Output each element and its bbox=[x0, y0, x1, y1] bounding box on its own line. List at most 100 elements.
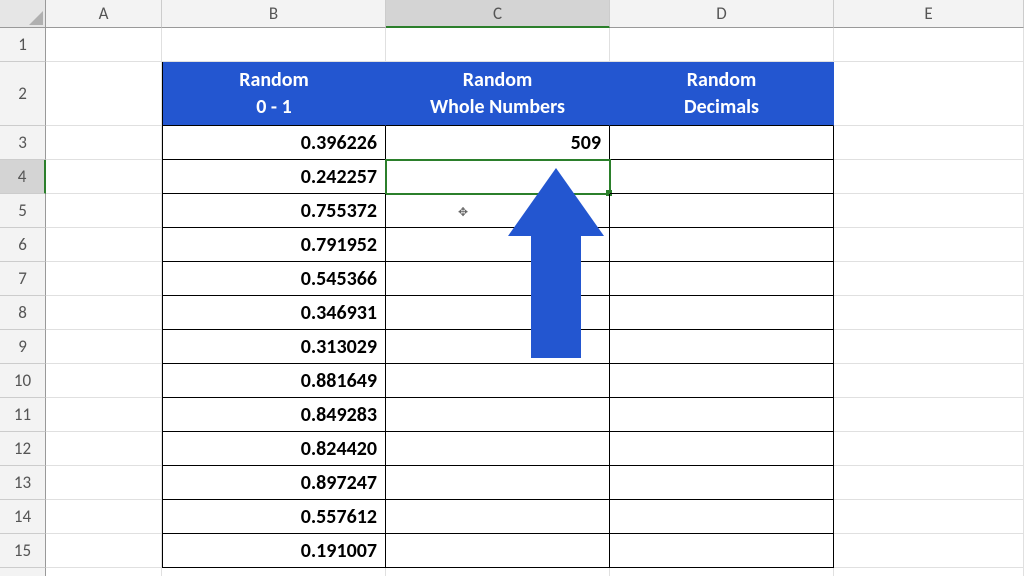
cell-c7[interactable] bbox=[386, 262, 610, 296]
cell-d15[interactable] bbox=[610, 534, 834, 568]
cell-a11[interactable] bbox=[46, 398, 162, 432]
cell-e4[interactable] bbox=[834, 160, 1024, 194]
cell-d11[interactable] bbox=[610, 398, 834, 432]
cell-a10[interactable] bbox=[46, 364, 162, 398]
col-header-c[interactable]: C bbox=[386, 0, 610, 28]
cell-a9[interactable] bbox=[46, 330, 162, 364]
cell-b12[interactable]: 0.824420 bbox=[162, 432, 386, 466]
cell-c15[interactable] bbox=[386, 534, 610, 568]
row-header-9[interactable]: 9 bbox=[0, 330, 46, 364]
cell-c13[interactable] bbox=[386, 466, 610, 500]
cell-a12[interactable] bbox=[46, 432, 162, 466]
cell-d8[interactable] bbox=[610, 296, 834, 330]
cell-b9[interactable]: 0.313029 bbox=[162, 330, 386, 364]
cell-b8[interactable]: 0.346931 bbox=[162, 296, 386, 330]
cell-d6[interactable] bbox=[610, 228, 834, 262]
row-header-8[interactable]: 8 bbox=[0, 296, 46, 330]
cell-b14[interactable]: 0.557612 bbox=[162, 500, 386, 534]
cell-c10[interactable] bbox=[386, 364, 610, 398]
row-header-13[interactable]: 13 bbox=[0, 466, 46, 500]
col-header-d[interactable]: D bbox=[610, 0, 834, 28]
cell-c5[interactable] bbox=[386, 194, 610, 228]
cell-c12[interactable] bbox=[386, 432, 610, 466]
cell-b15[interactable]: 0.191007 bbox=[162, 534, 386, 568]
cell-e14[interactable] bbox=[834, 500, 1024, 534]
cell-c9[interactable] bbox=[386, 330, 610, 364]
cell-b5[interactable]: 0.755372 bbox=[162, 194, 386, 228]
cell-a7[interactable] bbox=[46, 262, 162, 296]
row-header-11[interactable]: 11 bbox=[0, 398, 46, 432]
cell-c1[interactable] bbox=[386, 28, 610, 62]
cell-c8[interactable] bbox=[386, 296, 610, 330]
cell-a6[interactable] bbox=[46, 228, 162, 262]
cell-a2[interactable] bbox=[46, 62, 162, 126]
cell-a14[interactable] bbox=[46, 500, 162, 534]
cell-e7[interactable] bbox=[834, 262, 1024, 296]
cell-d16[interactable] bbox=[610, 568, 834, 576]
row-header-5[interactable]: 5 bbox=[0, 194, 46, 228]
cell-e2[interactable] bbox=[834, 62, 1024, 126]
row-header-12[interactable]: 12 bbox=[0, 432, 46, 466]
cell-c6[interactable] bbox=[386, 228, 610, 262]
cell-e1[interactable] bbox=[834, 28, 1024, 62]
cell-e8[interactable] bbox=[834, 296, 1024, 330]
row-header-2[interactable]: 2 bbox=[0, 62, 46, 126]
cell-e16[interactable] bbox=[834, 568, 1024, 576]
cell-d1[interactable] bbox=[610, 28, 834, 62]
cell-b11[interactable]: 0.849283 bbox=[162, 398, 386, 432]
cell-a5[interactable] bbox=[46, 194, 162, 228]
cell-c4-active[interactable] bbox=[386, 160, 610, 194]
cell-b16[interactable] bbox=[162, 568, 386, 576]
cell-e3[interactable] bbox=[834, 126, 1024, 160]
cell-b3[interactable]: 0.396226 bbox=[162, 126, 386, 160]
col-header-e[interactable]: E bbox=[834, 0, 1024, 28]
cell-d14[interactable] bbox=[610, 500, 834, 534]
cell-e10[interactable] bbox=[834, 364, 1024, 398]
cell-b4[interactable]: 0.242257 bbox=[162, 160, 386, 194]
row-header-6[interactable]: 6 bbox=[0, 228, 46, 262]
cell-a15[interactable] bbox=[46, 534, 162, 568]
cell-e5[interactable] bbox=[834, 194, 1024, 228]
cell-d10[interactable] bbox=[610, 364, 834, 398]
row-header-15[interactable]: 15 bbox=[0, 534, 46, 568]
cell-a13[interactable] bbox=[46, 466, 162, 500]
cell-a1[interactable] bbox=[46, 28, 162, 62]
row-header-1[interactable]: 1 bbox=[0, 28, 46, 62]
cell-d13[interactable] bbox=[610, 466, 834, 500]
cell-a16[interactable] bbox=[46, 568, 162, 576]
cell-d4[interactable] bbox=[610, 160, 834, 194]
cell-e15[interactable] bbox=[834, 534, 1024, 568]
cell-e11[interactable] bbox=[834, 398, 1024, 432]
cell-c11[interactable] bbox=[386, 398, 610, 432]
cell-a3[interactable] bbox=[46, 126, 162, 160]
select-all-corner[interactable] bbox=[0, 0, 46, 28]
col-header-a[interactable]: A bbox=[46, 0, 162, 28]
col-header-b[interactable]: B bbox=[162, 0, 386, 28]
cell-b7[interactable]: 0.545366 bbox=[162, 262, 386, 296]
cell-e13[interactable] bbox=[834, 466, 1024, 500]
cell-c16[interactable] bbox=[386, 568, 610, 576]
cell-d7[interactable] bbox=[610, 262, 834, 296]
cell-c2-header[interactable]: Random Whole Numbers bbox=[386, 62, 610, 126]
cell-a8[interactable] bbox=[46, 296, 162, 330]
cell-e9[interactable] bbox=[834, 330, 1024, 364]
cell-d5[interactable] bbox=[610, 194, 834, 228]
cell-b10[interactable]: 0.881649 bbox=[162, 364, 386, 398]
row-header-16[interactable]: 16 bbox=[0, 568, 46, 576]
cell-c3[interactable]: 509 bbox=[386, 126, 610, 160]
cell-a4[interactable] bbox=[46, 160, 162, 194]
cell-b13[interactable]: 0.897247 bbox=[162, 466, 386, 500]
cell-d9[interactable] bbox=[610, 330, 834, 364]
row-header-14[interactable]: 14 bbox=[0, 500, 46, 534]
cell-b1[interactable] bbox=[162, 28, 386, 62]
row-header-10[interactable]: 10 bbox=[0, 364, 46, 398]
cell-b2-header[interactable]: Random 0 - 1 bbox=[162, 62, 386, 126]
row-header-4[interactable]: 4 bbox=[0, 160, 46, 194]
spreadsheet-grid[interactable]: A B C D E 1 2 Random 0 - 1 Random Whole … bbox=[0, 0, 1024, 576]
cell-d12[interactable] bbox=[610, 432, 834, 466]
row-header-7[interactable]: 7 bbox=[0, 262, 46, 296]
cell-e6[interactable] bbox=[834, 228, 1024, 262]
cell-e12[interactable] bbox=[834, 432, 1024, 466]
cell-c14[interactable] bbox=[386, 500, 610, 534]
cell-b6[interactable]: 0.791952 bbox=[162, 228, 386, 262]
